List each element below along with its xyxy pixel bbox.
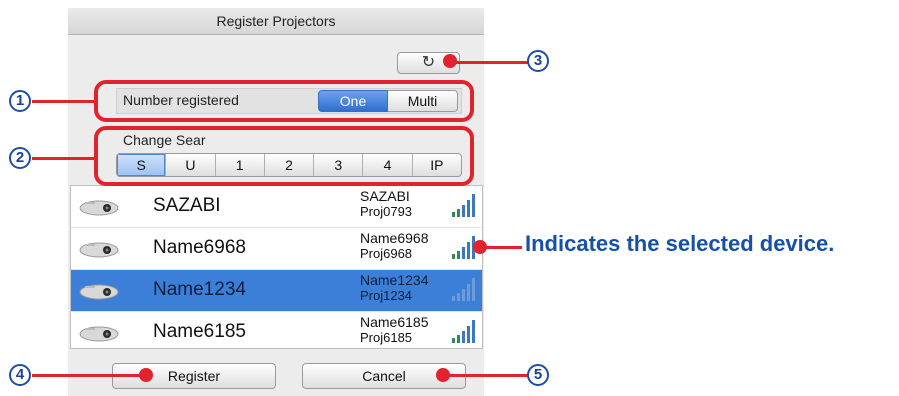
device-ssid: Name6968 — [360, 230, 429, 246]
projector-icon — [79, 200, 119, 216]
callout-5-line — [448, 374, 528, 377]
device-name: SAZABI — [153, 195, 221, 216]
device-row[interactable]: Name6185 Name6185 Proj6185 — [71, 312, 482, 353]
callout-4-badge: 4 — [9, 364, 31, 386]
device-row[interactable]: Name6968 Name6968 Proj6968 — [71, 228, 482, 269]
callout-4-line — [32, 374, 142, 377]
device-ssid: Name6185 — [360, 314, 429, 330]
callout-1-badge: 1 — [9, 90, 31, 112]
selected-device-caption: Indicates the selected device. — [525, 231, 835, 256]
device-list[interactable]: SAZABI SAZABI Proj0793 Name6968 Name6968… — [70, 185, 483, 349]
callout-1-highlight — [94, 80, 474, 122]
device-proj-id: Proj6968 — [360, 246, 413, 261]
device-row-selected[interactable]: Name1234 Name1234 Proj1234 — [71, 270, 482, 311]
callout-2-badge: 2 — [9, 147, 31, 169]
device-name: Name6185 — [153, 321, 246, 342]
device-name: Name6968 — [153, 237, 246, 258]
callout-2-line — [32, 157, 94, 160]
signal-strength-icon — [452, 194, 475, 217]
signal-strength-icon — [452, 320, 475, 343]
device-ssid: Name1234 — [360, 272, 429, 288]
device-ssid: SAZABI — [360, 188, 410, 204]
callout-5-badge: 5 — [527, 364, 549, 386]
projector-icon — [79, 326, 119, 342]
callout-2-highlight — [94, 126, 474, 186]
device-proj-id: Proj0793 — [360, 204, 413, 219]
device-name: Name1234 — [153, 279, 246, 300]
device-proj-id: Proj1234 — [360, 288, 413, 303]
projector-icon — [79, 242, 119, 258]
device-row[interactable]: SAZABI SAZABI Proj0793 — [71, 186, 482, 227]
projector-icon — [79, 284, 119, 300]
callout-1-line — [32, 100, 94, 103]
callout-3-badge: 3 — [527, 50, 549, 72]
signal-strength-icon — [452, 278, 475, 301]
window-title: Register Projectors — [68, 8, 484, 35]
refresh-icon: ↻ — [421, 54, 436, 71]
selected-device-line — [480, 246, 522, 249]
callout-3-line — [455, 61, 528, 64]
device-proj-id: Proj6185 — [360, 330, 413, 345]
